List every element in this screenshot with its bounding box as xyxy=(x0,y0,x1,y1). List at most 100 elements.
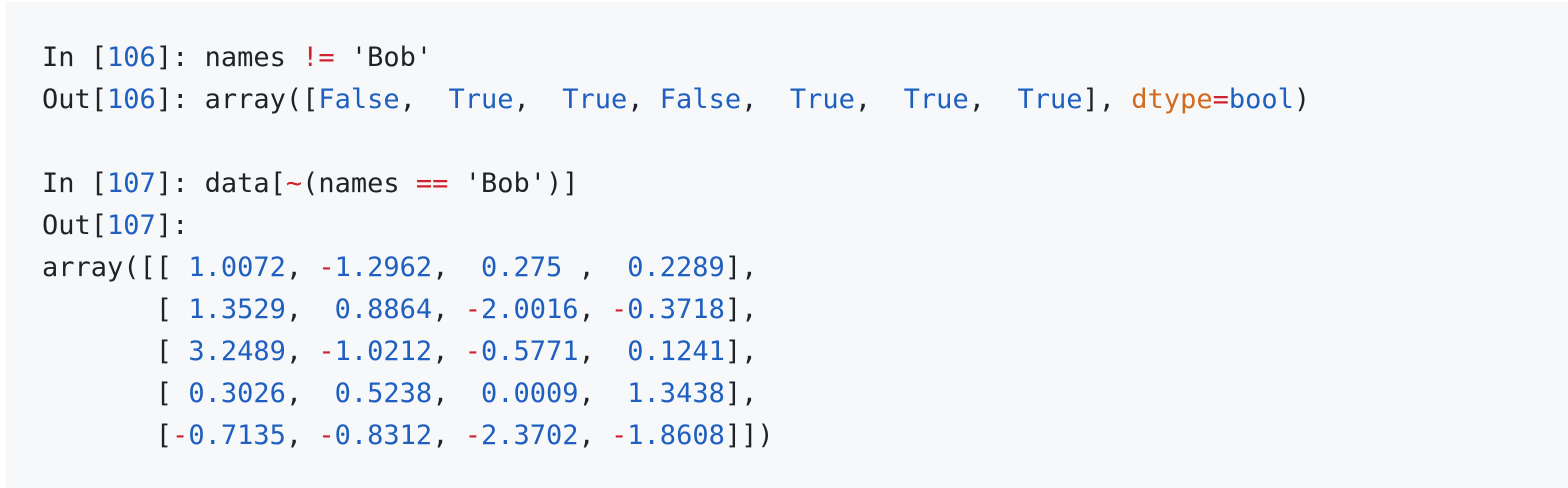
code-token: ~ xyxy=(285,168,303,199)
code-line: In [107]: data[~(names == 'Bob')] xyxy=(42,163,1310,205)
code-token: [ xyxy=(42,420,173,451)
code-token: , xyxy=(432,420,465,451)
code-token: , xyxy=(578,378,628,409)
code-token: 2.0016 xyxy=(480,294,579,325)
code-token: , xyxy=(399,84,449,115)
code-token: 'Bob')] xyxy=(448,168,579,199)
code-token: 107 xyxy=(107,210,156,241)
code-token: , xyxy=(513,84,563,115)
code-token: 1.8608 xyxy=(627,420,725,451)
code-token: array([[ xyxy=(42,252,189,283)
code-token: ]: names xyxy=(155,42,303,73)
code-line: Out[107]: xyxy=(42,205,1310,247)
code-token: - xyxy=(611,294,628,325)
code-token: [ xyxy=(42,294,189,325)
code-token: [ xyxy=(42,336,189,367)
code-token: , xyxy=(578,294,612,325)
code-token: 1.3529 xyxy=(188,294,286,325)
code-line: [ 3.2489, -1.0212, -0.5771, 0.1241], xyxy=(42,331,1310,373)
code-token: True xyxy=(562,84,628,115)
code-token: ], xyxy=(724,252,758,283)
code-token: True xyxy=(789,84,855,115)
code-token: ], xyxy=(1082,84,1132,115)
code-token: 'Bob' xyxy=(334,42,433,73)
code-line: In [106]: names != 'Bob' xyxy=(42,37,1310,79)
code-line: [ 1.3529, 0.8864, -2.0016, -0.3718], xyxy=(42,289,1310,331)
code-token: 1.0212 xyxy=(334,336,433,367)
code-token: ]]) xyxy=(724,420,774,451)
code-token: 0.0009 xyxy=(480,378,579,409)
code-token: 0.3718 xyxy=(627,294,725,325)
code-token: True xyxy=(1017,84,1083,115)
code-token: ) xyxy=(1293,84,1311,115)
code-token: ]: xyxy=(155,210,189,241)
code-token: ], xyxy=(724,378,758,409)
code-token: - xyxy=(172,420,189,451)
code-block: In [106]: names != 'Bob' Out[106]: array(… xyxy=(6,2,1568,488)
code-token: 0.1241 xyxy=(627,336,725,367)
code-token: 1.3438 xyxy=(627,378,725,409)
code-token: , xyxy=(285,294,335,325)
code-token: , xyxy=(578,336,628,367)
code-token: , xyxy=(854,84,904,115)
code-token: , xyxy=(285,420,319,451)
code-token: 1.2962 xyxy=(334,252,433,283)
code-token: In [ xyxy=(42,168,108,199)
code-token: ], xyxy=(724,294,758,325)
code-token: False xyxy=(318,84,400,115)
code-token: (names xyxy=(302,168,416,199)
code-token: - xyxy=(318,336,335,367)
code-token: 1.0072 xyxy=(188,252,286,283)
code-token: , xyxy=(285,252,319,283)
code-token: 3.2489 xyxy=(188,336,286,367)
code-token: , xyxy=(432,378,481,409)
code-token: 2.3702 xyxy=(480,420,579,451)
code-token: 0.275 xyxy=(480,252,563,283)
code-token: True xyxy=(448,84,514,115)
code-line: Out[106]: array([False, True, True, Fals… xyxy=(42,79,1310,121)
code-line: [-0.7135, -0.8312, -2.3702, -1.8608]]) xyxy=(42,415,1310,457)
code-token: , xyxy=(741,84,790,115)
code-token: - xyxy=(464,336,481,367)
code-token: 107 xyxy=(107,168,156,199)
code-token: 0.5771 xyxy=(480,336,579,367)
code-token: == xyxy=(415,168,449,199)
code-line: array([[ 1.0072, -1.2962, 0.275 , 0.2289… xyxy=(42,247,1310,289)
code-token: ], xyxy=(724,336,758,367)
code-token: - xyxy=(318,420,335,451)
code-token: , xyxy=(968,84,1018,115)
code-token: 106 xyxy=(107,42,156,73)
code-token: Out[ xyxy=(42,84,108,115)
code-token: dtype xyxy=(1131,84,1213,115)
code-token: ]: data[ xyxy=(155,168,286,199)
code-token: , xyxy=(562,252,628,283)
code-token: - xyxy=(318,252,335,283)
code-token: ]: array([ xyxy=(155,84,319,115)
code-token: , xyxy=(627,84,660,115)
code-token: , xyxy=(432,252,481,283)
code-token: , xyxy=(432,294,465,325)
code-token: - xyxy=(464,294,481,325)
code-token: != xyxy=(302,42,335,73)
code-token: True xyxy=(903,84,969,115)
code-token: 0.2289 xyxy=(627,252,725,283)
code-token: , xyxy=(285,336,319,367)
code-lines: In [106]: names != 'Bob' Out[106]: array(… xyxy=(42,37,1310,457)
code-token: 0.3026 xyxy=(188,378,286,409)
code-token: 0.8312 xyxy=(334,420,433,451)
code-token: = xyxy=(1212,84,1229,115)
code-token: In [ xyxy=(42,42,108,73)
code-token: 0.5238 xyxy=(334,378,433,409)
code-token: 0.8864 xyxy=(334,294,433,325)
code-token: , xyxy=(285,378,335,409)
code-token: , xyxy=(432,336,465,367)
code-token: [ xyxy=(42,378,189,409)
code-token: 0.7135 xyxy=(188,420,286,451)
code-token: 106 xyxy=(107,84,156,115)
code-token: - xyxy=(464,420,481,451)
code-token: bool xyxy=(1228,84,1294,115)
code-token: - xyxy=(611,420,628,451)
code-token: False xyxy=(659,84,742,115)
code-token: , xyxy=(578,420,612,451)
